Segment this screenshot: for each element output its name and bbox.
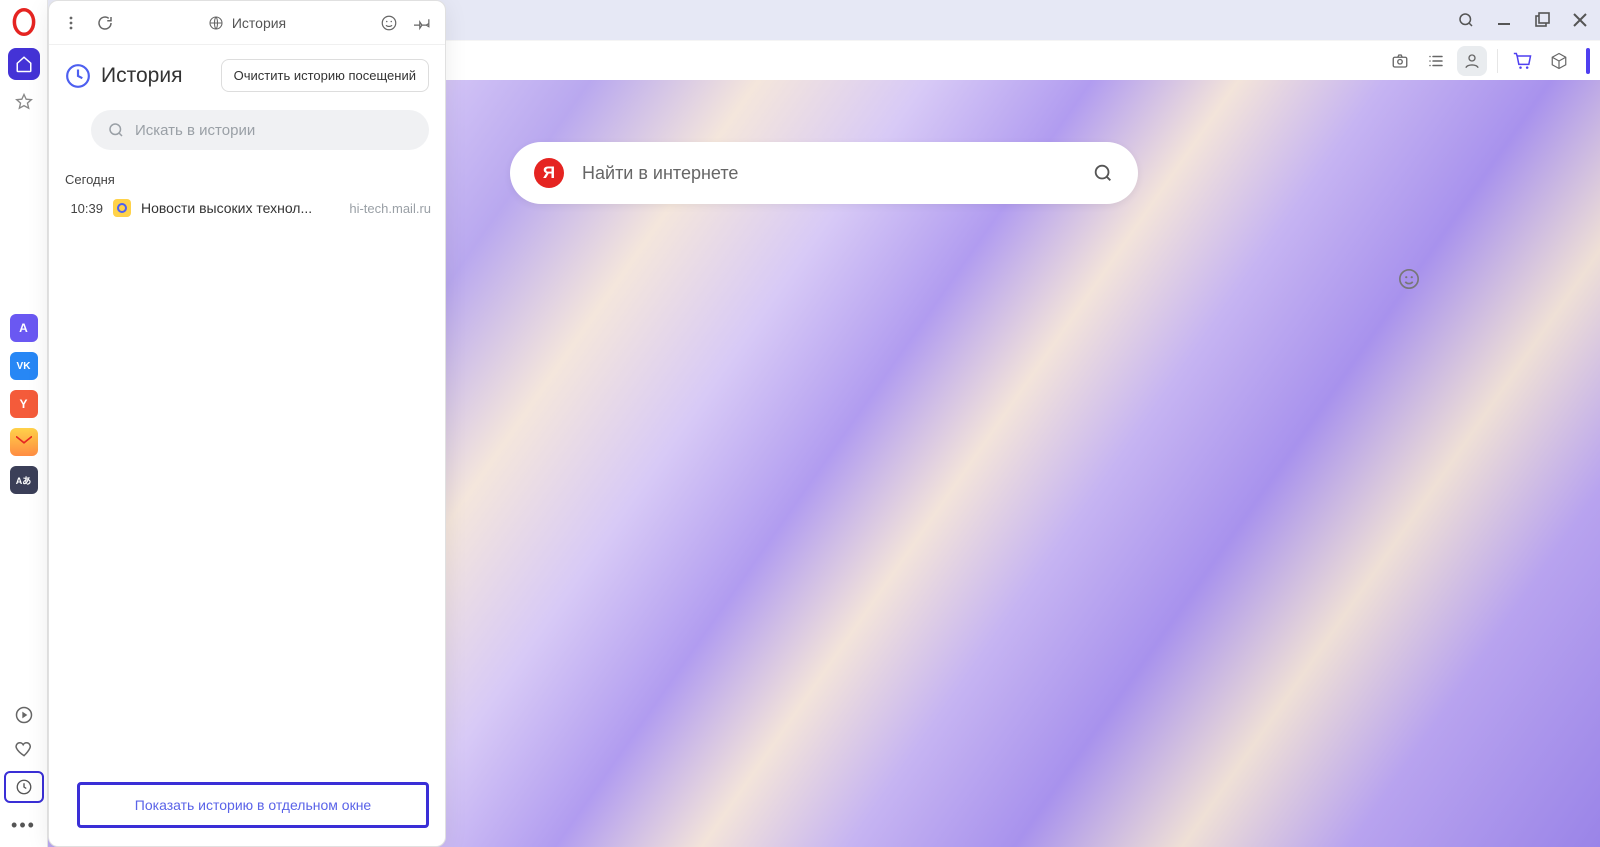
maximize-icon[interactable]	[1532, 10, 1552, 30]
account-icon[interactable]	[1457, 46, 1487, 76]
opera-logo-icon	[10, 8, 38, 36]
clock-icon	[65, 63, 91, 89]
main-search-pill[interactable]: Я	[510, 142, 1138, 204]
history-search[interactable]	[91, 110, 429, 150]
history-search-icon	[107, 121, 125, 139]
main-search-input[interactable]	[582, 163, 1092, 184]
more-icon[interactable]: •••	[12, 813, 36, 837]
color-indicator	[1586, 48, 1590, 74]
history-panel: История История Очистить историю посещен…	[48, 0, 446, 847]
panel-reload-icon[interactable]	[93, 11, 117, 35]
history-sidebar-icon[interactable]	[4, 771, 44, 803]
yandex-logo-icon: Я	[534, 158, 564, 188]
history-panel-topbar: История	[49, 1, 445, 45]
history-item-host: hi-tech.mail.ru	[349, 201, 431, 216]
panel-pin-icon[interactable]	[411, 11, 435, 35]
sidebar-app-yandex[interactable]: Y	[10, 390, 38, 418]
globe-icon	[208, 15, 224, 31]
screenshot-icon[interactable]	[1385, 46, 1415, 76]
settings-list-icon[interactable]	[1421, 46, 1451, 76]
search-icon[interactable]	[1092, 162, 1114, 184]
panel-menu-icon[interactable]	[59, 11, 83, 35]
emoji-icon[interactable]	[1398, 268, 1420, 295]
left-sidebar: A VK Y Aあ •••	[0, 0, 48, 847]
sidebar-app-aria[interactable]: A	[10, 314, 38, 342]
history-item-favicon	[113, 199, 131, 217]
cart-icon[interactable]	[1508, 46, 1538, 76]
minimize-icon[interactable]	[1494, 10, 1514, 30]
clear-history-button[interactable]: Очистить историю посещений	[221, 59, 429, 92]
bookmarks-button[interactable]	[8, 86, 40, 118]
toolbar-separator	[1497, 49, 1498, 73]
panel-emoji-icon[interactable]	[377, 11, 401, 35]
home-button[interactable]	[8, 48, 40, 80]
history-header-title: История	[101, 64, 182, 88]
player-icon[interactable]	[12, 703, 36, 727]
panel-title-wrap: История	[127, 15, 367, 31]
sidebar-app-translate[interactable]: Aあ	[10, 466, 38, 494]
history-item-time: 10:39	[63, 201, 103, 216]
history-search-input[interactable]	[135, 122, 413, 139]
close-icon[interactable]	[1570, 10, 1590, 30]
history-item[interactable]: 10:39 Новости высоких технол... hi-tech.…	[49, 193, 445, 223]
panel-top-title: История	[232, 15, 286, 31]
history-section-today: Сегодня	[49, 150, 445, 193]
cube-icon[interactable]	[1544, 46, 1574, 76]
open-history-window-link[interactable]: Показать историю в отдельном окне	[77, 782, 429, 828]
heart-icon[interactable]	[12, 737, 36, 761]
history-panel-footer: Показать историю в отдельном окне	[49, 782, 445, 846]
search-window-icon[interactable]	[1456, 10, 1476, 30]
sidebar-app-vk[interactable]: VK	[10, 352, 38, 380]
history-panel-header: История Очистить историю посещений	[49, 45, 445, 92]
history-item-title: Новости высоких технол...	[141, 200, 339, 216]
sidebar-app-mail[interactable]	[10, 428, 38, 456]
